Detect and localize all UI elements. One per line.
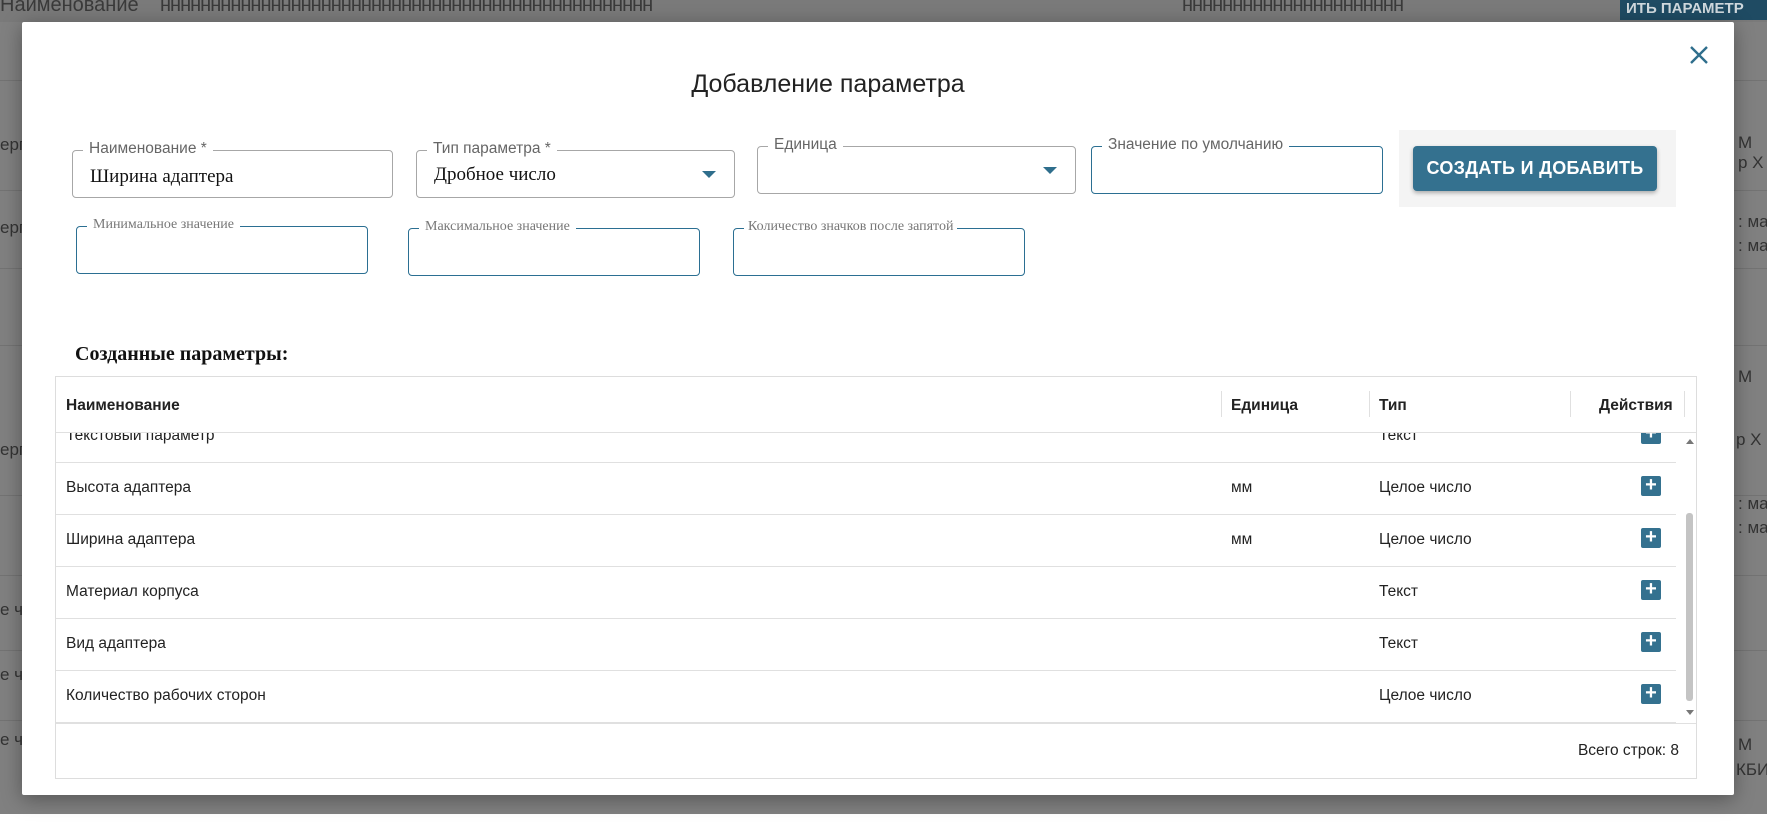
- cell-name: Материал корпуса: [66, 583, 199, 600]
- table-row[interactable]: Вид адаптера Текст +: [56, 618, 1676, 671]
- max-value-field[interactable]: Максимальное значение: [408, 219, 700, 276]
- background-cell: М: [1738, 367, 1753, 386]
- dialog-title: Добавление параметра: [691, 70, 965, 98]
- background-header: Наименование ннннннннннннннннннннннннннн…: [0, 0, 1767, 22]
- created-parameters-title: Созданные параметры:: [75, 343, 289, 365]
- chevron-down-icon[interactable]: [1043, 167, 1057, 174]
- created-parameters-table: Наименование Единица Тип Действия Тексто…: [55, 376, 1697, 779]
- background-cell: р Х: [1736, 430, 1762, 449]
- table-scrollbar[interactable]: [1684, 433, 1696, 723]
- table-row[interactable]: Высота адаптера мм Целое число +: [56, 462, 1676, 515]
- cell-type: Текст: [1379, 635, 1419, 652]
- min-value-field[interactable]: Минимальное значение: [76, 217, 368, 274]
- unit-label: Единица: [768, 136, 843, 154]
- parameter-type-label: Тип параметра *: [427, 140, 557, 158]
- default-value-label: Значение по умолчанию: [1102, 136, 1290, 154]
- add-row-button[interactable]: +: [1641, 683, 1661, 704]
- name-field-label: Наименование *: [83, 140, 213, 158]
- background-cell: КБИ: [1736, 760, 1767, 779]
- table-footer: Всего строк: 8: [56, 723, 1696, 779]
- default-value-field[interactable]: Значение по умолчанию: [1091, 136, 1383, 194]
- add-row-button[interactable]: +: [1641, 527, 1661, 548]
- background-footer: [0, 814, 1767, 829]
- cell-type: Целое число: [1379, 479, 1472, 496]
- close-icon[interactable]: [1684, 42, 1714, 72]
- background-cell: е ч: [0, 730, 24, 749]
- add-row-button[interactable]: +: [1641, 433, 1661, 444]
- cell-type: Целое число: [1379, 531, 1472, 548]
- cell-name: Количество рабочих сторон: [66, 687, 266, 704]
- column-separator[interactable]: [1221, 391, 1222, 417]
- background-cell: М: [1738, 133, 1753, 152]
- background-cell: е ч: [0, 600, 24, 619]
- background-cell: : ма: [1738, 494, 1767, 513]
- unit-select[interactable]: Единица: [757, 136, 1076, 194]
- cell-type: Целое число: [1379, 687, 1472, 704]
- table-row[interactable]: Ширина адаптера мм Целое число +: [56, 514, 1676, 567]
- close-icon-glyph: [1690, 46, 1708, 64]
- background-cell: : ма: [1738, 236, 1767, 255]
- row-count: Всего строк: 8: [1577, 742, 1679, 759]
- scroll-down-icon[interactable]: [1686, 710, 1694, 715]
- table-row[interactable]: Текстовый параметр Текст +: [56, 433, 1676, 463]
- decimals-field[interactable]: Количество значков после запятой: [733, 219, 1025, 276]
- cell-unit: мм: [1231, 479, 1253, 496]
- name-field[interactable]: Наименование * Ширина адаптера: [72, 140, 393, 198]
- cell-type: Текст: [1379, 583, 1419, 600]
- max-value-label: Максимальное значение: [419, 219, 576, 235]
- background-header-text: нннннннннннннннннннннн: [1182, 0, 1404, 16]
- name-field-value: Ширина адаптера: [90, 166, 234, 187]
- cell-type: Текст: [1379, 433, 1419, 444]
- create-and-add-button[interactable]: СОЗДАТЬ И ДОБАВИТЬ: [1413, 146, 1657, 191]
- background-cell: е ч: [0, 665, 24, 684]
- table-row[interactable]: Материал корпуса Текст +: [56, 566, 1676, 619]
- column-header-type[interactable]: Тип: [1379, 397, 1407, 415]
- column-separator[interactable]: [1570, 391, 1571, 417]
- column-header-actions: Действия: [1599, 397, 1673, 414]
- cell-unit: мм: [1231, 531, 1253, 548]
- background-cell: р Х: [1738, 153, 1764, 172]
- column-header-unit[interactable]: Единица: [1231, 397, 1298, 415]
- column-header-name[interactable]: Наименование: [66, 397, 180, 415]
- background-cell: : ма: [1738, 212, 1767, 231]
- parameter-type-select[interactable]: Тип параметра * Дробное число: [416, 140, 735, 198]
- scroll-up-icon[interactable]: [1686, 439, 1694, 444]
- cell-name: Вид адаптера: [66, 635, 166, 652]
- column-separator: [1684, 391, 1685, 417]
- add-row-button[interactable]: +: [1641, 579, 1661, 600]
- table-body: Текстовый параметр Текст + Высота адапте…: [56, 433, 1696, 723]
- cell-name: Текстовый параметр: [66, 433, 215, 444]
- submit-area: СОЗДАТЬ И ДОБАВИТЬ: [1399, 130, 1676, 207]
- background-add-parameter-button: ИТЬ ПАРАМЕТР: [1620, 0, 1767, 20]
- add-row-button[interactable]: +: [1641, 631, 1661, 652]
- table-header: Наименование Единица Тип Действия: [56, 377, 1696, 433]
- chevron-down-icon[interactable]: [702, 171, 716, 178]
- table-row[interactable]: Количество рабочих сторон Целое число +: [56, 670, 1676, 723]
- background-header-text: нннннннннннннннннннннннннннннннннннннннн…: [160, 0, 653, 16]
- min-value-label: Минимальное значение: [87, 217, 240, 233]
- background-cell: : ма: [1738, 518, 1767, 537]
- column-separator[interactable]: [1369, 391, 1370, 417]
- decimals-label: Количество значков после запятой: [744, 219, 958, 235]
- add-row-button[interactable]: +: [1641, 475, 1661, 496]
- background-header-text: Наименование: [0, 0, 139, 16]
- scrollbar-thumb[interactable]: [1686, 513, 1693, 701]
- cell-name: Ширина адаптера: [66, 531, 196, 548]
- background-cell: М: [1738, 735, 1753, 754]
- cell-name: Высота адаптера: [66, 479, 191, 496]
- add-parameter-dialog: Добавление параметра Наименование * Шири…: [22, 22, 1734, 795]
- parameter-type-value: Дробное число: [434, 164, 556, 185]
